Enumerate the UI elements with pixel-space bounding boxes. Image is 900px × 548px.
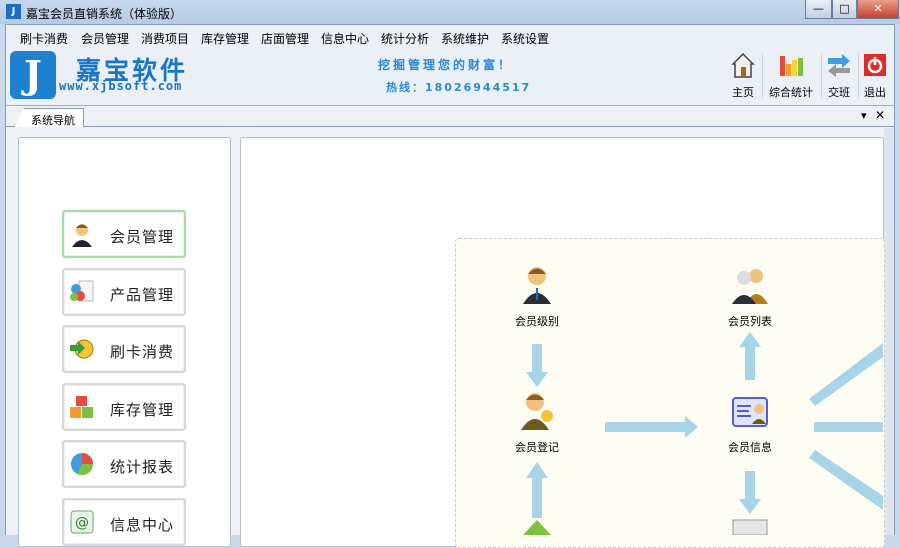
node-label: 会员信息 [728, 441, 772, 454]
arrow-register-to-info [605, 416, 698, 438]
node-member-list[interactable]: 会员列表 [710, 264, 790, 329]
arrow-info-to-list [739, 332, 761, 380]
person-key-icon [521, 393, 553, 430]
id-card-icon [732, 397, 768, 427]
arrow-level-to-register [526, 344, 548, 387]
node-label: 会员级别 [515, 315, 559, 328]
connector-down-right [809, 450, 883, 510]
node-label: 会员列表 [728, 315, 772, 328]
calendar-icon [732, 519, 768, 535]
people-icon [732, 269, 768, 304]
node-member-info[interactable]: 会员信息 [710, 390, 790, 455]
node-member-level[interactable]: 会员级别 [497, 264, 577, 329]
connector-right [814, 422, 883, 432]
person-icon [523, 267, 551, 304]
node-member-register[interactable]: 会员登记 [497, 390, 577, 455]
node-label: 会员登记 [515, 441, 559, 454]
arrow-info-down [739, 471, 761, 514]
connector-up-right [809, 343, 883, 406]
triangle-icon [523, 520, 551, 535]
arrow-up-to-register [526, 462, 548, 518]
